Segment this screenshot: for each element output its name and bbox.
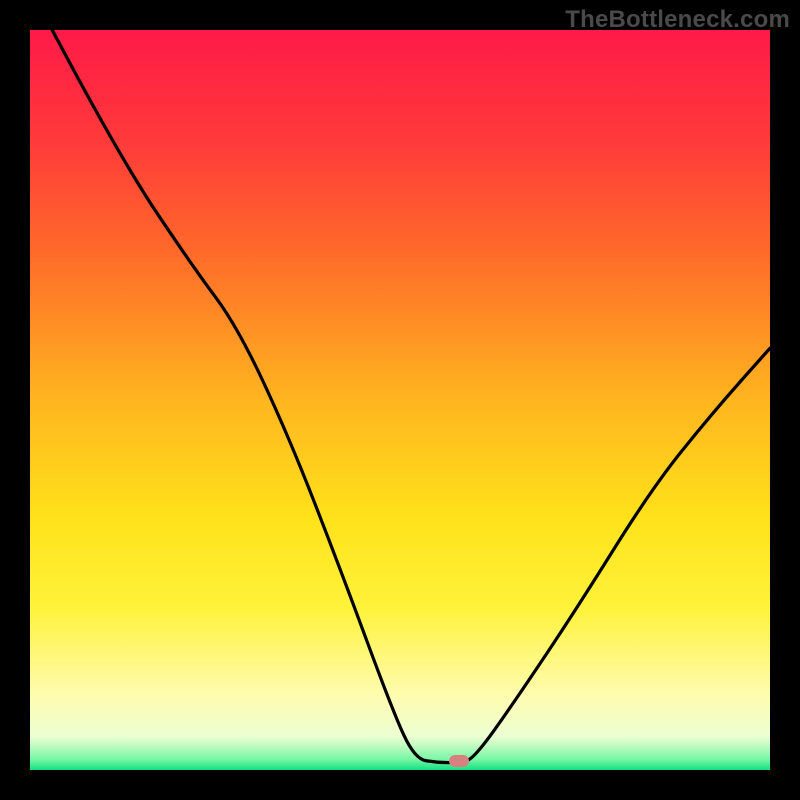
optimal-point-marker (449, 755, 469, 767)
plot-area (30, 30, 770, 770)
plot-svg (30, 30, 770, 770)
gradient-background (30, 30, 770, 770)
chart-frame: TheBottleneck.com (0, 0, 800, 800)
